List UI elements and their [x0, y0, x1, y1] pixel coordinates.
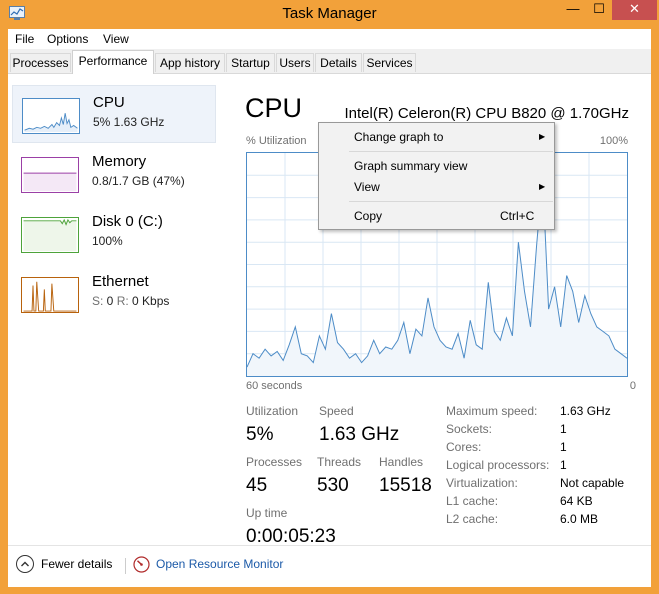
minimize-button[interactable]: — — [560, 0, 586, 20]
cpu-model-name: Intel(R) Celeron(R) CPU B820 @ 1.70GHz — [344, 105, 630, 122]
sidebar-disk-name: Disk 0 (C:) — [92, 213, 163, 230]
footer-bar: Fewer details Open Resource Monitor — [8, 545, 651, 587]
ctx-separator — [349, 151, 553, 152]
resource-sidebar: CPU 5% 1.63 GHz Memory 0.8/1.7 GB (47%) … — [8, 75, 221, 545]
ctx-copy-shortcut: Ctrl+C — [500, 209, 535, 223]
tab-services[interactable]: Services — [363, 53, 416, 72]
menu-bar: File Options View — [8, 29, 651, 49]
ctx-copy-label: Copy — [354, 209, 383, 223]
threads-label: Threads — [317, 455, 362, 469]
spec-logical-processors-label: Logical processors: — [446, 458, 550, 472]
spec-cores-value: 1 — [560, 440, 567, 454]
cpu-mini-graph — [22, 98, 80, 134]
utilization-value: 5% — [246, 424, 274, 445]
graph-y-max-label: 100% — [599, 135, 628, 147]
sidebar-memory-sub: 0.8/1.7 GB (47%) — [92, 174, 185, 188]
sidebar-cpu-sub: 5% 1.63 GHz — [93, 115, 165, 129]
tab-performance[interactable]: Performance — [72, 50, 154, 74]
ctx-copy[interactable]: Copy Ctrl+C — [320, 206, 553, 226]
graph-y-label: % Utilization — [246, 135, 307, 147]
tab-details[interactable]: Details — [315, 53, 362, 72]
submenu-arrow-icon: ▶ — [539, 132, 546, 141]
sidebar-ethernet-name: Ethernet — [92, 273, 149, 290]
tab-processes[interactable]: Processes — [10, 53, 71, 72]
tab-app-history[interactable]: App history — [155, 53, 225, 72]
handles-value: 15518 — [379, 475, 432, 496]
uptime-label: Up time — [246, 506, 288, 520]
menu-view[interactable]: View — [103, 32, 129, 46]
ethernet-send-label: S: — [92, 294, 107, 308]
cpu-heading: CPU — [245, 93, 303, 123]
chevron-up-icon[interactable] — [16, 555, 34, 573]
ctx-view[interactable]: View ▶ — [320, 177, 553, 197]
sidebar-cpu-name: CPU — [93, 94, 125, 111]
spec-max-speed-label: Maximum speed: — [446, 404, 538, 418]
spec-logical-processors-value: 1 — [560, 458, 567, 472]
ctx-change-graph-to[interactable]: Change graph to ▶ — [320, 127, 553, 147]
utilization-label: Utilization — [246, 404, 299, 418]
processes-label: Processes — [246, 455, 303, 469]
sidebar-item-memory[interactable]: Memory 0.8/1.7 GB (47%) — [12, 145, 216, 203]
ctx-change-graph-to-label: Change graph to — [354, 130, 444, 144]
tab-startup[interactable]: Startup — [226, 53, 275, 72]
ctx-graph-summary-view[interactable]: Graph summary view — [320, 156, 553, 176]
graph-x-right-label: 0 — [629, 380, 636, 392]
sidebar-disk-sub: 100% — [92, 234, 123, 248]
sidebar-item-cpu[interactable]: CPU 5% 1.63 GHz — [12, 85, 216, 143]
footer-divider — [125, 558, 126, 574]
ctx-graph-summary-view-label: Graph summary view — [354, 159, 468, 173]
sidebar-item-disk[interactable]: Disk 0 (C:) 100% — [12, 205, 216, 263]
sidebar-item-ethernet[interactable]: Ethernet S: 0 R: 0 Kbps — [12, 265, 216, 323]
spec-l2-cache-value: 6.0 MB — [560, 512, 599, 526]
menu-file[interactable]: File — [15, 32, 34, 46]
spec-l2-cache-label: L2 cache: — [446, 512, 499, 526]
ctx-view-label: View — [354, 180, 380, 194]
close-button[interactable]: ✕ — [612, 0, 657, 20]
menu-options[interactable]: Options — [47, 32, 88, 46]
ethernet-receive-label: R: — [113, 294, 133, 308]
memory-mini-graph — [21, 157, 79, 193]
spec-sockets-value: 1 — [560, 422, 567, 436]
open-resource-monitor-link[interactable]: Open Resource Monitor — [156, 557, 283, 571]
spec-cores-label: Cores: — [446, 440, 482, 454]
client-area: File Options View Processes Performance … — [8, 29, 651, 587]
ethernet-mini-graph — [21, 277, 79, 313]
fewer-details-button[interactable]: Fewer details — [41, 557, 112, 571]
processes-value: 45 — [246, 475, 268, 496]
sidebar-memory-name: Memory — [92, 153, 147, 170]
spec-sockets-label: Sockets: — [446, 422, 493, 436]
spec-l1-cache-label: L1 cache: — [446, 494, 499, 508]
resource-monitor-icon — [133, 556, 150, 573]
graph-context-menu: Change graph to ▶ Graph summary view Vie… — [318, 122, 555, 230]
disk-mini-graph — [21, 217, 79, 253]
graph-x-left-label: 60 seconds — [246, 380, 303, 392]
ctx-separator — [349, 201, 553, 202]
spec-virtualization-value: Not capable — [560, 476, 625, 490]
threads-value: 530 — [317, 475, 349, 496]
ethernet-receive-value: 0 Kbps — [132, 294, 170, 308]
tab-users[interactable]: Users — [276, 53, 314, 72]
submenu-arrow-icon: ▶ — [539, 182, 546, 191]
task-manager-window: Task Manager — ☐ ✕ File Options View Pro… — [0, 0, 659, 594]
speed-label: Speed — [319, 404, 354, 418]
title-bar[interactable]: Task Manager — ☐ ✕ — [0, 0, 659, 29]
maximize-button[interactable]: ☐ — [586, 0, 612, 20]
tab-bar: Processes Performance App history Startu… — [8, 49, 651, 74]
spec-max-speed-value: 1.63 GHz — [560, 404, 611, 418]
speed-value: 1.63 GHz — [319, 424, 400, 445]
spec-virtualization-label: Virtualization: — [446, 476, 518, 490]
sidebar-ethernet-sub: S: 0 R: 0 Kbps — [92, 294, 169, 308]
spec-l1-cache-value: 64 KB — [560, 494, 593, 508]
handles-label: Handles — [379, 455, 424, 469]
